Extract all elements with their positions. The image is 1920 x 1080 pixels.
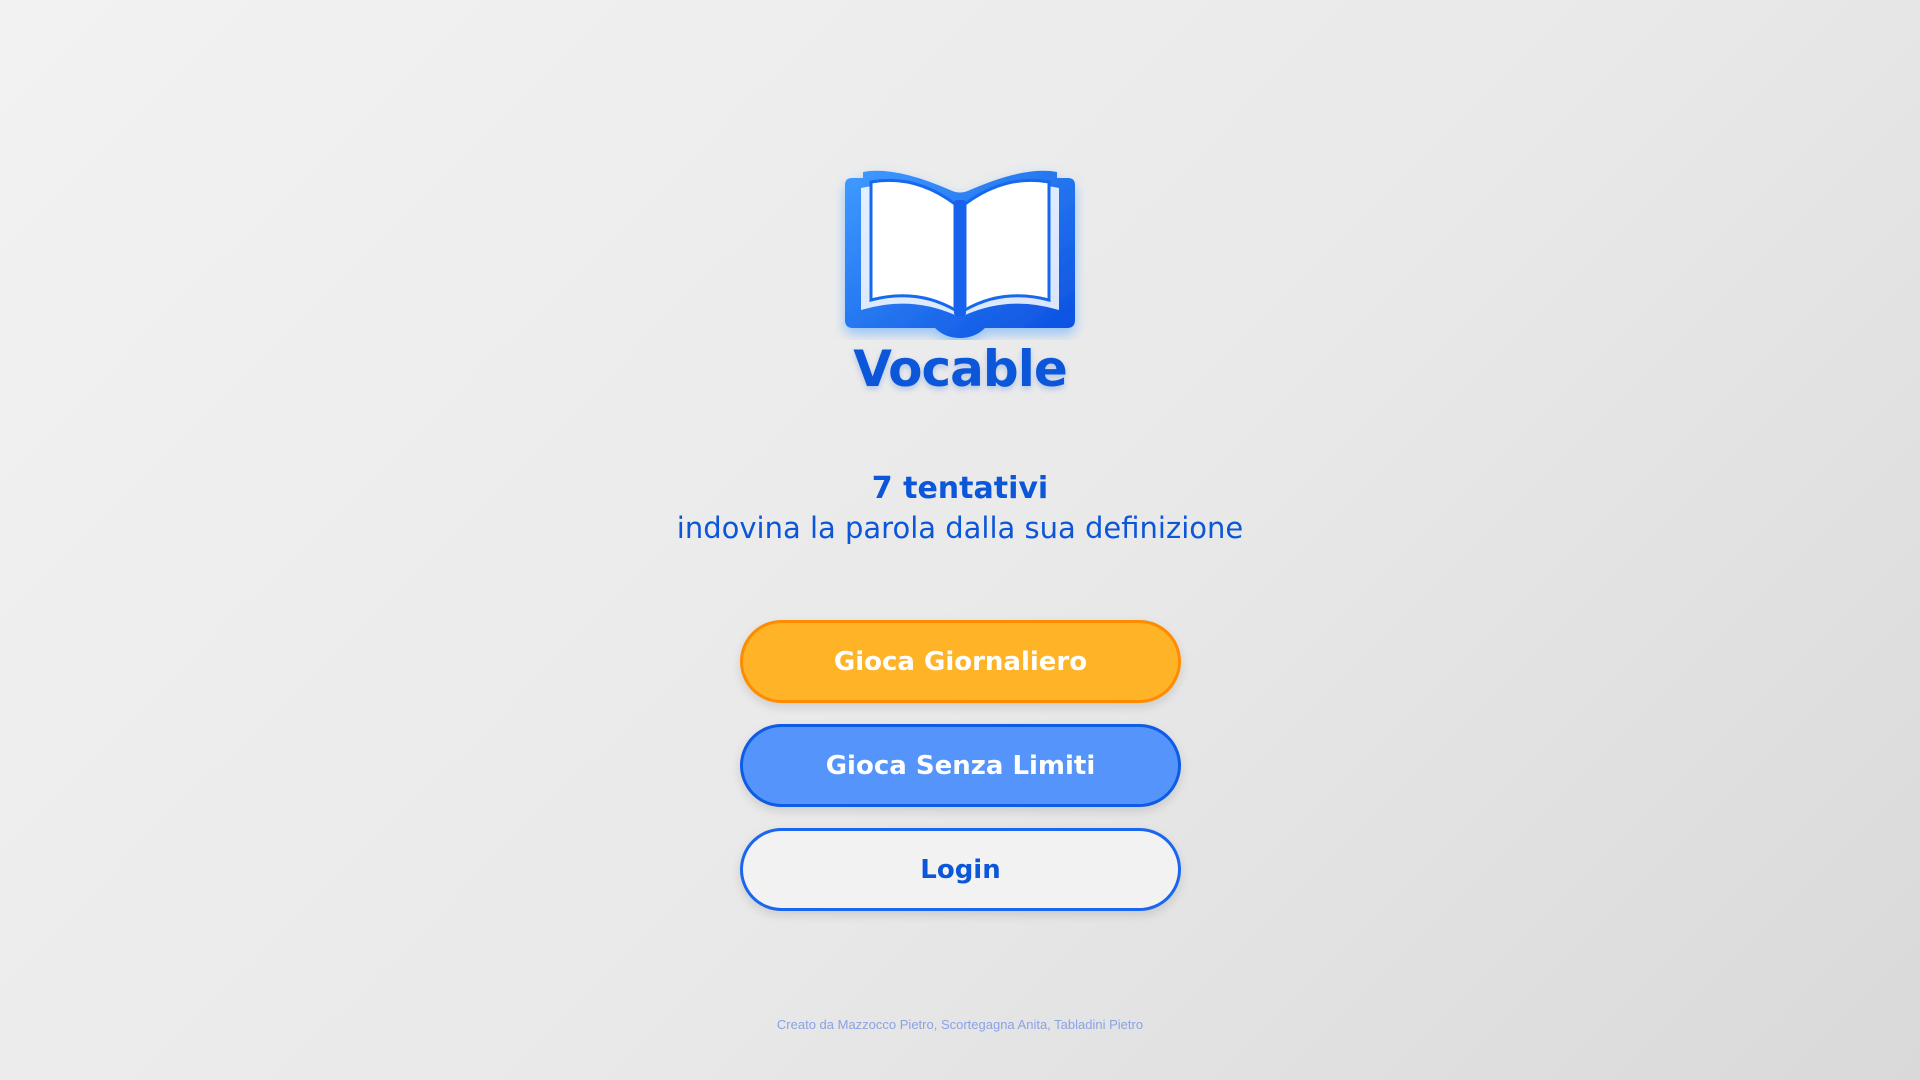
app-logo: Vocable bbox=[0, 160, 1920, 394]
play-daily-button[interactable]: Gioca Giornaliero bbox=[740, 620, 1181, 703]
open-book-icon bbox=[845, 170, 1075, 338]
login-button[interactable]: Login bbox=[740, 828, 1181, 911]
app-title: Vocable bbox=[853, 340, 1068, 398]
main-menu: Gioca Giornaliero Gioca Senza Limiti Log… bbox=[740, 620, 1181, 911]
intro-text: 7 tentativi indovina la parola dalla sua… bbox=[0, 470, 1920, 548]
footer-credits: Creato da Mazzocco Pietro, Scortegagna A… bbox=[776, 1017, 1144, 1032]
play-unlimited-button[interactable]: Gioca Senza Limiti bbox=[740, 724, 1181, 807]
game-description: indovina la parola dalla sua definizione bbox=[676, 511, 1244, 545]
attempts-label: 7 tentativi bbox=[871, 471, 1049, 506]
